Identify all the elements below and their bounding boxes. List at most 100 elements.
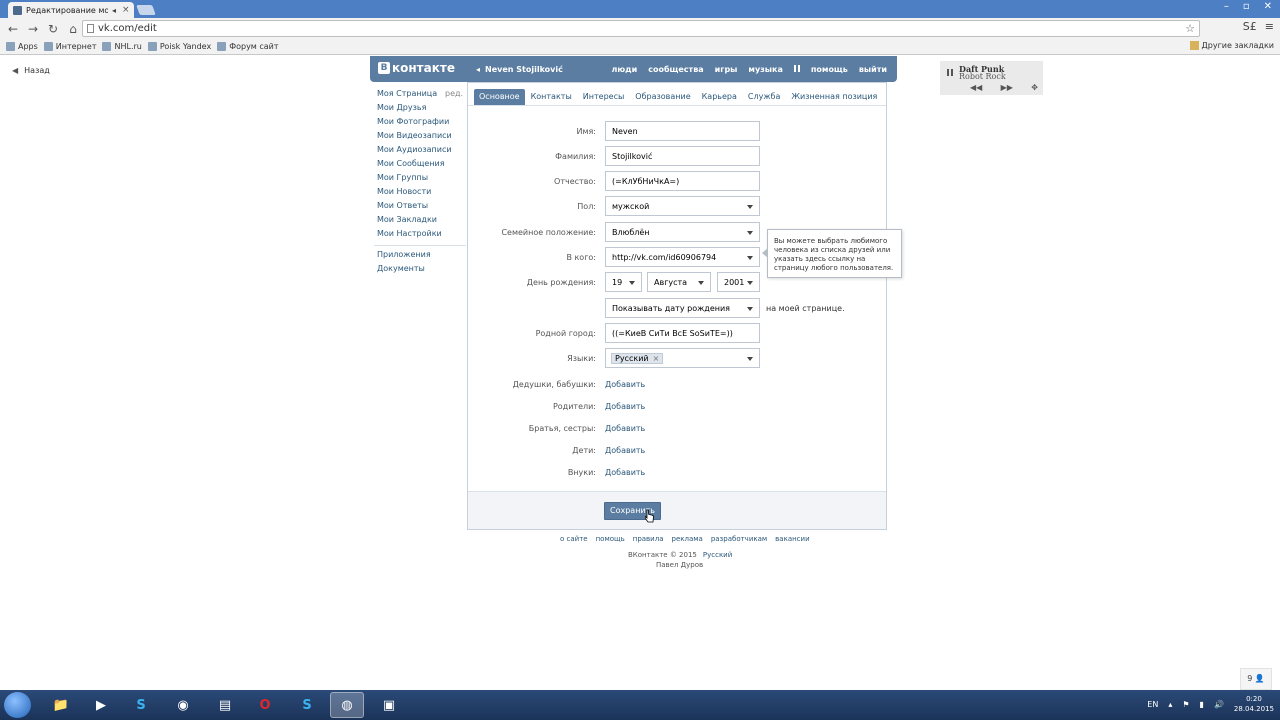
bookmark-item[interactable]: NHL.ru <box>102 42 142 51</box>
sidebar-item-settings[interactable]: Мои Настройки <box>377 229 463 243</box>
language-indicator[interactable]: EN <box>1147 700 1158 709</box>
vk-bookmark-icon <box>217 42 227 51</box>
skype-chat-taskbar-icon[interactable]: S <box>290 692 324 718</box>
opera-taskbar-icon[interactable]: O <box>248 692 282 718</box>
footer-link-rules[interactable]: правила <box>633 535 664 543</box>
vk-logo[interactable]: В контакте <box>378 61 455 75</box>
birthday-year-select[interactable]: 2001 <box>717 272 760 292</box>
nav-communities[interactable]: сообщества <box>648 65 703 74</box>
extension-icon[interactable]: S£ <box>1243 20 1257 33</box>
player-pause-icon[interactable] <box>947 69 953 76</box>
move-icon[interactable]: ✥ <box>1031 83 1038 92</box>
tab-life-position[interactable]: Жизненная позиция <box>786 89 882 105</box>
address-bar[interactable]: vk.com/edit ☆ <box>82 20 1200 37</box>
clock[interactable]: 0:20 28.04.2015 <box>1234 694 1274 714</box>
gender-select[interactable]: мужской <box>605 196 760 216</box>
tab-education[interactable]: Образование <box>630 89 695 105</box>
explorer-taskbar-icon[interactable]: 📁 <box>44 692 78 718</box>
footer-language-link[interactable]: Русский <box>703 551 732 559</box>
volume-icon[interactable]: 🔊 <box>1214 700 1224 709</box>
tab-service[interactable]: Служба <box>743 89 785 105</box>
footer-link-ads[interactable]: реклама <box>672 535 703 543</box>
hometown-field[interactable]: ((=КиеВ СиТи ВсЕ SoSиТЕ=)) <box>605 323 760 343</box>
browser-tab[interactable]: Редактирование моей ◂ × <box>8 2 134 18</box>
minimize-icon[interactable]: – <box>1224 1 1229 12</box>
remove-language-icon[interactable]: × <box>653 354 660 363</box>
sidebar-item-documents[interactable]: Документы <box>377 264 463 278</box>
home-icon[interactable]: ⌂ <box>66 22 80 36</box>
bookmark-item[interactable]: Poisk Yandex <box>147 42 211 51</box>
tab-interests[interactable]: Интересы <box>578 89 630 105</box>
patronymic-field[interactable]: (=КлУбНиЧкА=) <box>605 171 760 191</box>
sidebar-item-messages[interactable]: Мои Сообщения <box>377 159 463 173</box>
pause-icon[interactable] <box>793 65 800 72</box>
bookmark-item[interactable]: Интернет <box>43 42 96 51</box>
footer-link-about[interactable]: о сайте <box>560 535 588 543</box>
maximize-icon[interactable]: ▫ <box>1243 1 1250 12</box>
sidebar-item-answers[interactable]: Мои Ответы <box>377 201 463 215</box>
languages-select[interactable]: Русский × <box>605 348 760 368</box>
close-window-icon[interactable]: ✕ <box>1264 1 1272 12</box>
back-arrow-icon[interactable]: ← <box>6 22 20 36</box>
footer-link-jobs[interactable]: вакансии <box>775 535 809 543</box>
page-icon <box>87 24 94 33</box>
tab-contacts[interactable]: Контакты <box>526 89 577 105</box>
nav-games[interactable]: игры <box>715 65 738 74</box>
start-button[interactable] <box>4 692 31 718</box>
sidebar-item-audio[interactable]: Мои Аудиозаписи <box>377 145 463 159</box>
utility-taskbar-icon[interactable]: ◉ <box>166 692 200 718</box>
document-taskbar-icon[interactable]: ▤ <box>208 692 242 718</box>
reload-icon[interactable]: ↻ <box>46 22 60 36</box>
back-link[interactable]: ◀ Назад <box>12 66 50 75</box>
family-status-select[interactable]: Влюблён <box>605 222 760 242</box>
flag-icon[interactable]: ⚑ <box>1182 700 1189 709</box>
header-user[interactable]: ◂ Neven Stojilković <box>476 65 563 74</box>
first-name-field[interactable]: Neven <box>605 121 760 141</box>
last-name-field[interactable]: Stojilković <box>605 146 760 166</box>
menu-icon[interactable]: ≡ <box>1265 20 1274 33</box>
add-grandparents-link[interactable]: Добавить <box>605 380 645 389</box>
network-icon[interactable]: ▮ <box>1200 700 1204 709</box>
birthday-day-select[interactable]: 19 <box>605 272 642 292</box>
tab-main[interactable]: Основное <box>474 89 525 105</box>
new-tab-button[interactable] <box>136 5 156 15</box>
sidebar-item-videos[interactable]: Мои Видеозаписи <box>377 131 463 145</box>
sidebar-edit-link[interactable]: ред. <box>445 89 463 98</box>
app-taskbar-icon[interactable]: ▣ <box>372 692 406 718</box>
bookmark-item[interactable]: Apps <box>6 42 38 51</box>
sidebar-item-groups[interactable]: Мои Группы <box>377 173 463 187</box>
partner-select[interactable]: http://vk.com/id60906794 <box>605 247 760 267</box>
add-children-link[interactable]: Добавить <box>605 446 645 455</box>
media-player-taskbar-icon[interactable]: ▶ <box>84 692 118 718</box>
next-track-icon[interactable]: ▶▶ <box>1001 83 1013 92</box>
sidebar-item-bookmarks[interactable]: Мои Закладки <box>377 215 463 229</box>
forward-arrow-icon[interactable]: → <box>26 22 40 36</box>
nav-music[interactable]: музыка <box>748 65 782 74</box>
other-bookmarks[interactable]: Другие закладки <box>1189 41 1274 50</box>
bookmark-star-icon[interactable]: ☆ <box>1185 22 1195 35</box>
footer-link-help[interactable]: помощь <box>596 535 625 543</box>
sidebar-item-photos[interactable]: Мои Фотографии <box>377 117 463 131</box>
sidebar-item-apps[interactable]: Приложения <box>377 250 463 264</box>
skype-taskbar-icon[interactable]: S <box>124 692 158 718</box>
add-grandchildren-link[interactable]: Добавить <box>605 468 645 477</box>
add-siblings-link[interactable]: Добавить <box>605 424 645 433</box>
tab-career[interactable]: Карьера <box>697 89 742 105</box>
bookmark-item[interactable]: Форум сайт <box>217 42 279 51</box>
system-tray: EN ▴ ⚑ ▮ 🔊 0:20 28.04.2015 <box>1147 694 1274 714</box>
footer-author[interactable]: Павел Дуров <box>656 561 703 569</box>
previous-track-icon[interactable]: ◀◀ <box>970 83 982 92</box>
close-tab-icon[interactable]: × <box>122 5 130 15</box>
nav-logout[interactable]: выйти <box>859 65 887 74</box>
sidebar-item-news[interactable]: Мои Новости <box>377 187 463 201</box>
nav-people[interactable]: люди <box>612 65 638 74</box>
corner-user-button[interactable]: 9 👤 <box>1240 668 1272 690</box>
show-birthday-select[interactable]: Показывать дату рождения <box>605 298 760 318</box>
footer-link-developers[interactable]: разработчикам <box>711 535 767 543</box>
tray-arrow-icon[interactable]: ▴ <box>1168 700 1172 709</box>
birthday-month-select[interactable]: Августа <box>647 272 711 292</box>
chrome-taskbar-icon[interactable]: ◍ <box>330 692 364 718</box>
add-parents-link[interactable]: Добавить <box>605 402 645 411</box>
sidebar-item-friends[interactable]: Мои Друзья <box>377 103 463 117</box>
nav-help[interactable]: помощь <box>811 65 848 74</box>
